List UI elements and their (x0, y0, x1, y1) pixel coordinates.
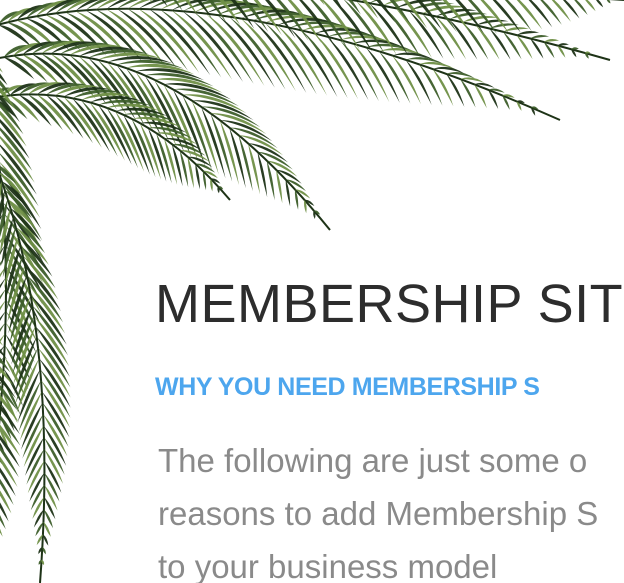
page: MEMBERSHIP SIT WHY YOU NEED MEMBERSHIP S… (0, 0, 624, 583)
intro-line-2: reasons to add Membership S (158, 495, 599, 532)
intro-paragraph: The following are just some o reasons to… (158, 434, 598, 583)
section-subtitle: WHY YOU NEED MEMBERSHIP S (155, 373, 540, 401)
intro-line-1: The following are just some o (158, 442, 588, 479)
intro-line-3: to your business model (158, 548, 498, 583)
page-title: MEMBERSHIP SIT (155, 274, 624, 334)
